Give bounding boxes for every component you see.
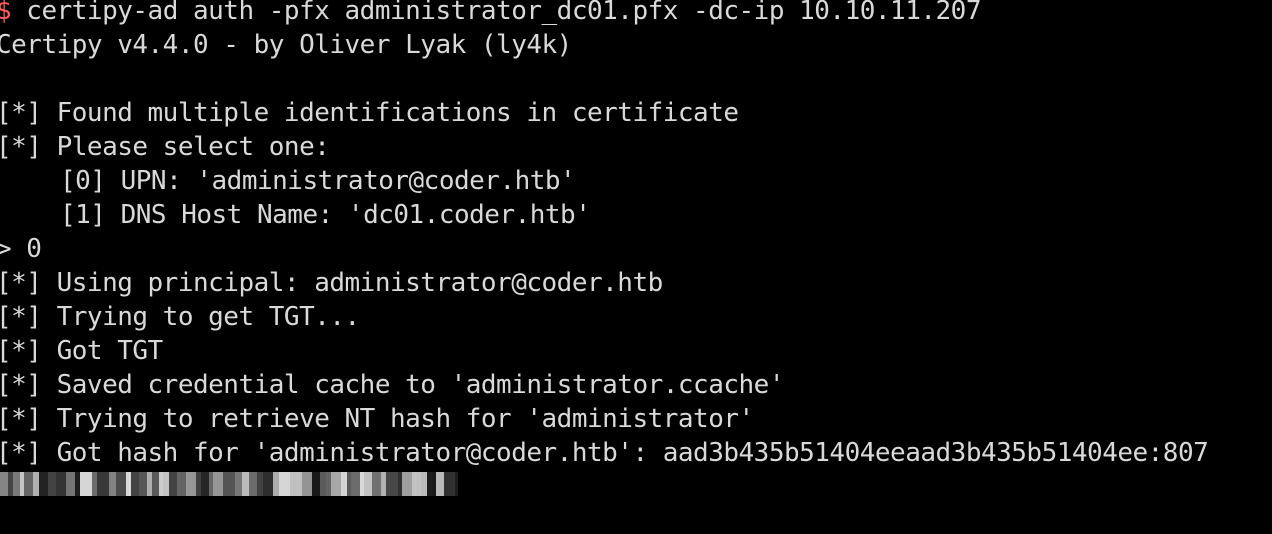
redaction-pixel <box>177 472 186 496</box>
redaction-pixel <box>201 472 209 496</box>
redaction-pixel <box>97 472 109 496</box>
output-line-got-hash: [*] Got hash for 'administrator@coder.ht… <box>0 438 1209 468</box>
redaction-pixel <box>80 472 92 496</box>
output-line-option-upn: [0] UPN: 'administrator@coder.htb' <box>60 166 576 196</box>
redaction-pixel <box>351 472 360 496</box>
redaction-pixel <box>242 472 249 496</box>
prompt-symbol: $ <box>0 0 12 26</box>
output-line-option-dns: [1] DNS Host Name: 'dc01.coder.htb' <box>60 200 591 230</box>
redaction-pixel <box>263 472 273 496</box>
redaction-pixel <box>372 472 381 496</box>
output-line-retrieve-hash: [*] Trying to retrieve NT hash for 'admi… <box>0 404 754 434</box>
redaction-pixel <box>56 472 66 496</box>
redaction-pixel <box>116 472 126 496</box>
redaction-pixel <box>302 472 312 496</box>
redaction-pixel <box>66 472 75 496</box>
redaction-pixel <box>312 472 320 496</box>
redaction-pixel <box>131 472 139 496</box>
output-line-select-prompt: [*] Please select one: <box>0 132 330 162</box>
redaction-pixel <box>331 472 341 496</box>
redaction-pixel <box>386 472 398 496</box>
redaction-pixel <box>235 472 242 496</box>
input-line-selection: > 0 <box>0 234 42 264</box>
output-line-banner: Certipy v4.4.0 - by Oliver Lyak (ly4k) <box>0 30 572 60</box>
redaction-pixel <box>290 472 302 496</box>
terminal-window[interactable]: $ certipy-ad auth -pfx administrator_dc0… <box>0 0 1272 534</box>
redaction-pixel <box>436 472 444 496</box>
output-line-found-identifications: [*] Found multiple identifications in ce… <box>0 98 739 128</box>
redaction-pixel <box>223 472 235 496</box>
redaction-pixel <box>186 472 196 496</box>
redaction-pixel <box>0 472 8 496</box>
redacted-hash-block <box>0 472 458 496</box>
redaction-pixel <box>39 472 48 496</box>
redaction-pixel <box>48 472 56 496</box>
redaction-pixel <box>169 472 177 496</box>
redaction-pixel <box>455 472 458 496</box>
redaction-pixel <box>13 472 20 496</box>
output-line-saved-cache: [*] Saved credential cache to 'administr… <box>0 370 784 400</box>
redaction-pixel <box>152 472 159 496</box>
command-text: certipy-ad auth -pfx administrator_dc01.… <box>11 0 981 26</box>
redaction-pixel <box>24 472 33 496</box>
redaction-pixel <box>213 472 223 496</box>
redaction-pixel <box>279 472 290 496</box>
command-line: $ certipy-ad auth -pfx administrator_dc0… <box>0 0 981 28</box>
output-line-got-tgt: [*] Got TGT <box>0 336 163 366</box>
output-line-principal: [*] Using principal: administrator@coder… <box>0 268 663 298</box>
redaction-pixel <box>402 472 412 496</box>
redaction-pixel <box>109 472 116 496</box>
output-line-trying-tgt: [*] Trying to get TGT... <box>0 302 360 332</box>
redaction-pixel <box>364 472 372 496</box>
redaction-pixel <box>249 472 257 496</box>
redaction-pixel <box>412 472 421 496</box>
redaction-pixel <box>444 472 455 496</box>
redaction-pixel <box>139 472 147 496</box>
